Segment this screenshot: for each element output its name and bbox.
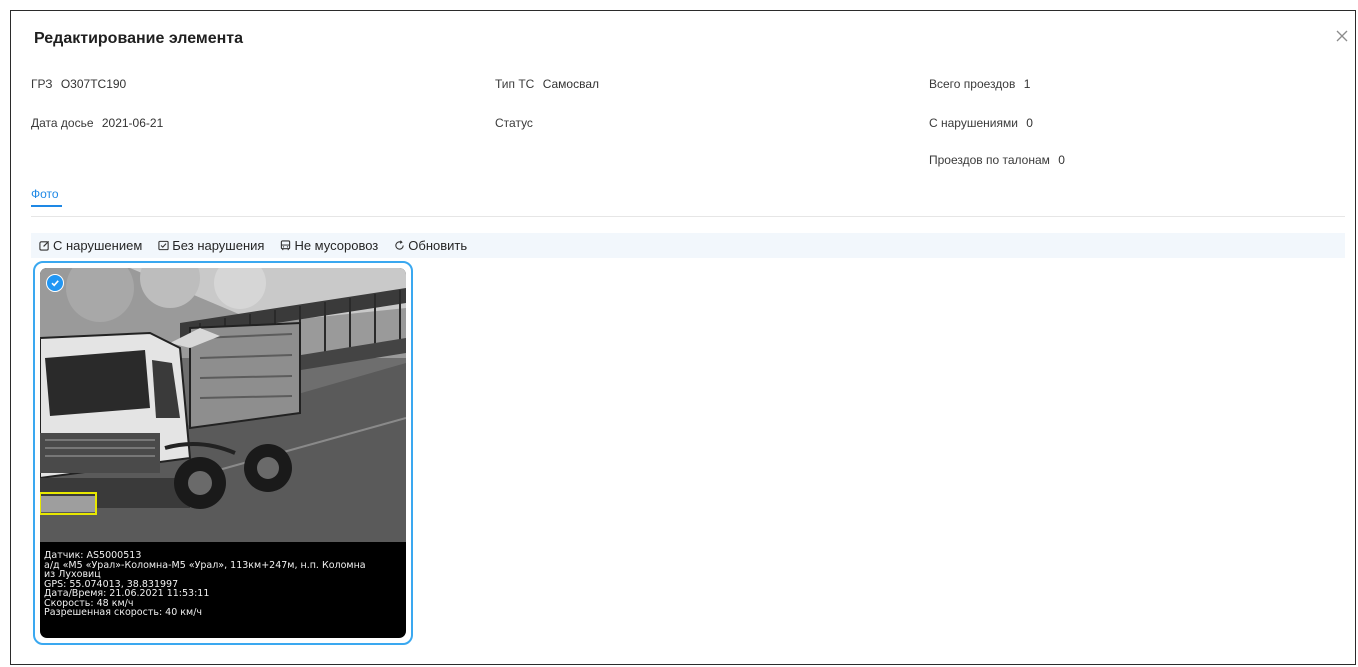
field-ticket-passes: Проездов по талонам 0	[929, 153, 1065, 167]
with-violation-button[interactable]: С нарушением	[39, 238, 142, 253]
tab-active-indicator	[31, 205, 62, 207]
not-garbage-truck-label: Не мусоровоз	[294, 238, 379, 253]
photo-caption: Датчик: AS5000513 а/д «М5 «Урал»-Коломна…	[44, 551, 402, 618]
refresh-button[interactable]: Обновить	[394, 238, 467, 253]
field-vehicle-type: Тип ТС Самосвал	[495, 77, 599, 91]
field-total-passes: Всего проездов 1	[929, 77, 1030, 91]
refresh-icon	[395, 240, 404, 250]
with-violation-label: С нарушением	[53, 238, 143, 253]
check-square-icon	[158, 240, 169, 251]
field-grz: ГРЗ О307ТС190	[31, 77, 126, 91]
no-violation-label: Без нарушения	[172, 238, 265, 253]
not-garbage-truck-button[interactable]: Не мусоровоз	[280, 238, 378, 253]
field-grz-value: О307ТС190	[60, 77, 127, 91]
field-dossier-date-value: 2021-06-21	[101, 116, 164, 130]
field-ticket-passes-label: Проездов по талонам	[929, 153, 1050, 167]
field-vehicle-type-value: Самосвал	[542, 77, 600, 91]
field-status: Статус	[495, 116, 538, 130]
field-vehicle-type-label: Тип ТС	[495, 77, 535, 91]
field-violations: С нарушениями 0	[929, 116, 1033, 130]
truck-photo-image	[40, 268, 406, 542]
bus-icon	[281, 240, 291, 251]
photo-toolbar: С нарушением Без нарушения Не мусоровоз	[31, 233, 1345, 258]
photo-card[interactable]: Датчик: AS5000513 а/д «М5 «Урал»-Коломна…	[33, 261, 413, 645]
field-status-label: Статус	[495, 116, 533, 130]
edit-icon	[39, 240, 50, 251]
refresh-label: Обновить	[408, 238, 468, 253]
field-grz-label: ГРЗ	[31, 77, 53, 91]
dialog-title: Редактирование элемента	[34, 30, 244, 47]
no-violation-button[interactable]: Без нарушения	[158, 238, 264, 253]
field-total-passes-label: Всего проездов	[929, 77, 1016, 91]
edit-dialog: Редактирование элемента ГРЗ О307ТС190 Да…	[10, 10, 1356, 665]
tab-photo[interactable]: Фото	[31, 187, 59, 201]
selected-check-icon[interactable]	[46, 274, 64, 292]
close-icon[interactable]	[1333, 27, 1351, 45]
field-violations-value: 0	[1026, 116, 1033, 130]
field-total-passes-value: 1	[1023, 77, 1031, 91]
tabs-divider	[31, 216, 1345, 217]
caption-line: Разрешенная скорость: 40 км/ч	[44, 607, 203, 618]
field-dossier-date: Дата досье 2021-06-21	[31, 116, 163, 130]
field-violations-label: С нарушениями	[929, 116, 1018, 130]
field-dossier-date-label: Дата досье	[31, 116, 94, 130]
vehicle-photo[interactable]: Датчик: AS5000513 а/д «М5 «Урал»-Коломна…	[40, 268, 406, 638]
field-ticket-passes-value: 0	[1058, 153, 1065, 167]
